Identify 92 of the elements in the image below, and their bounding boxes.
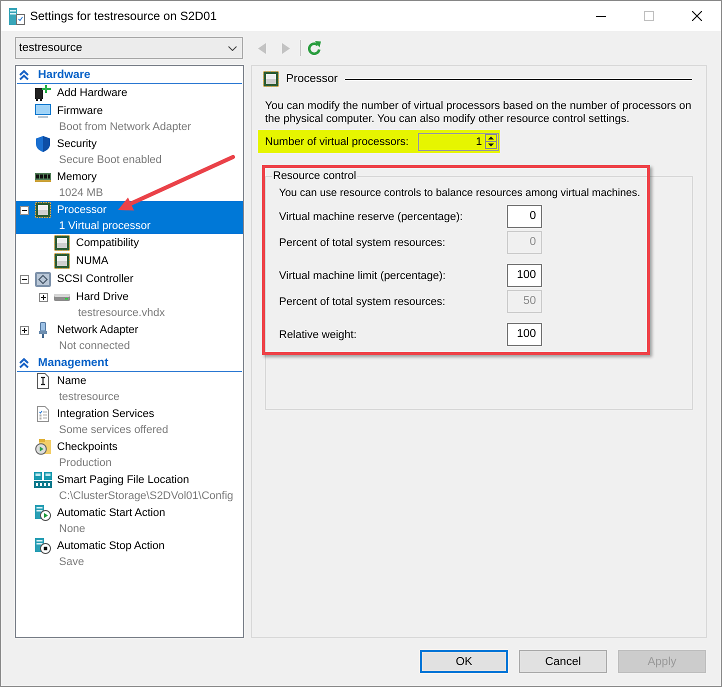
tree-item[interactable]: Compatibility (16, 234, 243, 252)
item-detail: Secure Boot enabled (58, 153, 162, 168)
item-label: Security (57, 137, 97, 152)
server-icon (9, 8, 25, 24)
group-description: You can use resource controls to balance resources among virtual machines. (279, 187, 640, 200)
text-cursor-icon (37, 373, 49, 389)
item-label: Checkpoints (57, 440, 118, 455)
server-stop-icon (35, 538, 51, 554)
device-plus-icon (35, 85, 51, 101)
item-label: Integration Services (57, 407, 154, 422)
item-label: Name (57, 374, 86, 389)
shield-icon (36, 136, 50, 152)
dialog-button[interactable]: OK (420, 650, 508, 673)
up-down-arrows-icon[interactable] (485, 134, 497, 149)
double-chevron-up-icon[interactable] (19, 358, 29, 368)
item-detail: Some services offered (58, 423, 168, 438)
window-title: Settings for testresource on S2D01 (30, 9, 217, 23)
item-detail: None (58, 522, 86, 537)
item-detail: Not connected (58, 339, 130, 354)
item-detail: 1 Virtual processor (58, 219, 151, 234)
item-detail: testresource.vhdx (77, 306, 165, 321)
field-label: Percent of total system resources: (279, 296, 446, 308)
section-title: Hardware (38, 68, 90, 80)
number-field[interactable]: 0 (507, 205, 542, 228)
plus-box-icon[interactable] (39, 292, 48, 302)
field-label: Virtual machine reserve (percentage): (279, 210, 463, 222)
vm-dropdown[interactable]: testresource (15, 37, 243, 59)
memory-blocks-icon (34, 472, 52, 488)
plus-box-icon[interactable] (20, 326, 29, 334)
chip-icon (54, 235, 70, 251)
item-detail: Production (58, 456, 112, 471)
item-label: Smart Paging File Location (57, 473, 190, 488)
field-label: Number of virtual processors: (265, 136, 410, 148)
minus-box-icon[interactable] (20, 274, 29, 284)
panel-title: Processor (286, 73, 338, 85)
dialog-button[interactable]: Cancel (519, 650, 607, 673)
network-plug-icon (39, 322, 47, 338)
tree-item[interactable]: SCSI Controller (16, 270, 243, 288)
chevron-down-icon (228, 46, 237, 50)
tree-item[interactable]: Network Adapter Not connected (16, 321, 243, 354)
tree-item[interactable]: Smart Paging File Location C:\ClusterStorage\S2DVol01\Config (16, 471, 243, 504)
refresh-icon[interactable] (307, 41, 321, 55)
server-play-icon (35, 505, 51, 521)
section-title: Management (38, 356, 108, 368)
item-detail: Boot from Network Adapter (58, 120, 192, 135)
tree-item[interactable]: Checkpoints Production (16, 438, 243, 471)
chip-icon (54, 253, 70, 269)
memory-module-icon (35, 172, 51, 182)
number-field[interactable]: 100 (507, 323, 542, 346)
chip-icon (35, 202, 51, 218)
double-chevron-up-icon[interactable] (19, 70, 29, 80)
tree-item[interactable]: Integration Services Some services offered (16, 405, 243, 438)
item-label: NUMA (76, 254, 108, 269)
monitor-icon (35, 104, 51, 118)
tree-item[interactable]: Hard Drive testresource.vhdx (16, 288, 243, 321)
item-label: Firmware (57, 104, 103, 119)
item-label: Memory (57, 170, 97, 185)
item-detail: 1024 MB (58, 186, 104, 201)
tree-item[interactable]: Automatic Start Action None (16, 504, 243, 537)
minus-box-icon[interactable] (20, 206, 29, 214)
group-title: Resource control (272, 170, 358, 183)
tree-item[interactable]: Firmware Boot from Network Adapter (16, 102, 243, 135)
panel-description: You can modify the number of virtual processors based on the number of processors on the physical computer. You can also modify other resource control settings. (265, 100, 692, 126)
item-label: SCSI Controller (57, 272, 134, 287)
tree-item[interactable]: Add Hardware (16, 84, 243, 102)
controller-card-icon (35, 272, 51, 286)
checklist-icon (37, 406, 49, 422)
tree-item[interactable]: Name testresource (16, 372, 243, 405)
item-label: Hard Drive (76, 290, 129, 305)
tree-item[interactable]: Security Secure Boot enabled (16, 135, 243, 168)
item-label: Network Adapter (57, 323, 138, 338)
item-label: Processor (57, 203, 107, 218)
close-icon[interactable] (692, 11, 702, 21)
item-detail: C:\ClusterStorage\S2DVol01\Config (58, 489, 234, 504)
field-label: Relative weight: (279, 328, 357, 340)
tree-item[interactable]: Processor 1 Virtual processor (16, 201, 243, 234)
tree-item[interactable]: Memory 1024 MB (16, 168, 243, 201)
number-field[interactable]: 100 (507, 264, 542, 287)
item-label: Automatic Stop Action (57, 539, 165, 554)
item-detail: testresource (58, 390, 120, 405)
field-label: Percent of total system resources: (279, 236, 446, 248)
field-label: Virtual machine limit (percentage): (279, 270, 446, 282)
tree-item[interactable]: NUMA (16, 252, 243, 270)
processor-count-spinner[interactable]: 1 (418, 132, 499, 150)
item-label: Compatibility (76, 236, 139, 251)
item-detail: Save (58, 555, 84, 570)
tree-item[interactable]: Automatic Stop Action Save (16, 537, 243, 570)
item-label: Add Hardware (57, 86, 128, 101)
chip-icon (263, 71, 279, 87)
hard-drive-icon (54, 294, 70, 300)
folder-play-icon (35, 439, 51, 455)
item-label: Automatic Start Action (57, 506, 166, 521)
